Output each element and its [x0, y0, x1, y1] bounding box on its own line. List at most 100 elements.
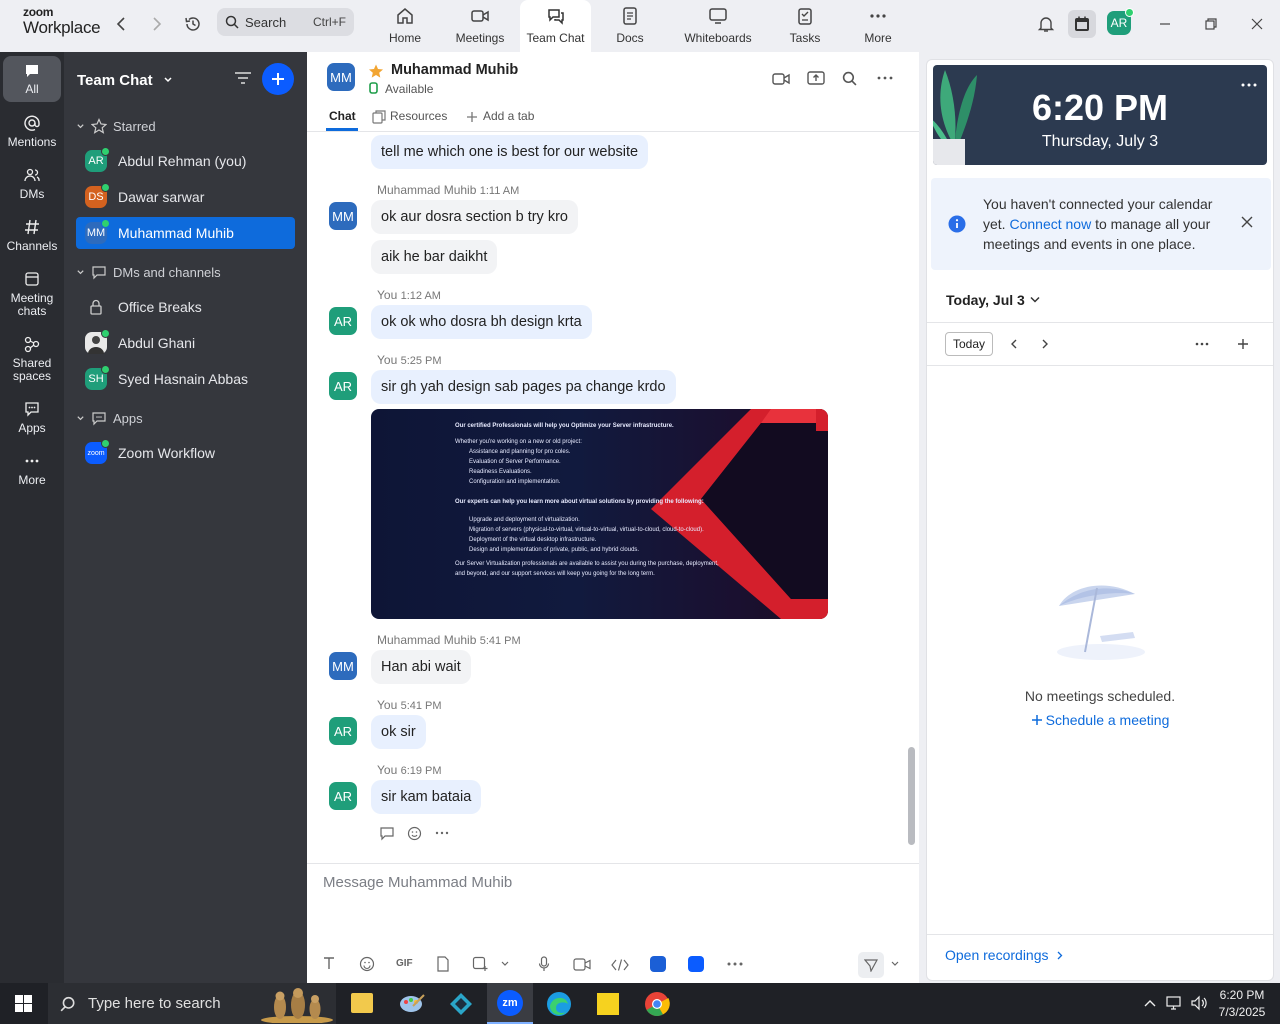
rail-all[interactable]: All: [3, 56, 61, 102]
plus-icon[interactable]: [1237, 338, 1249, 350]
contact-row[interactable]: SH Syed Hasnain Abbas: [76, 363, 295, 395]
message-bubble[interactable]: ok ok who dosra bh design krta: [371, 305, 592, 339]
filter-button[interactable]: [234, 70, 252, 86]
tab-more[interactable]: More: [855, 0, 901, 52]
sender-avatar[interactable]: AR: [329, 782, 357, 810]
connect-now-link[interactable]: Connect now: [1009, 216, 1091, 232]
gif-button[interactable]: GIF: [396, 958, 413, 969]
chevron-right-icon[interactable]: [1042, 339, 1049, 349]
message-bubble[interactable]: sir gh yah design sab pages pa change kr…: [371, 370, 676, 404]
message-more-icon[interactable]: [435, 828, 449, 838]
chat-tab-chat[interactable]: Chat: [329, 109, 356, 123]
sender-avatar[interactable]: AR: [329, 372, 357, 400]
chrome-browser-icon[interactable]: [644, 991, 670, 1017]
share-screen-button[interactable]: [807, 70, 825, 86]
today-button[interactable]: Today: [945, 332, 993, 356]
tab-docs[interactable]: Docs: [605, 0, 655, 52]
zoom-app-icon[interactable]: [688, 956, 704, 972]
message-bubble[interactable]: tell me which one is best for our websit…: [371, 135, 649, 169]
start-button[interactable]: [15, 995, 32, 1012]
contact-row[interactable]: AR Abdul Rehman (you): [76, 145, 295, 177]
image-attachment[interactable]: Our certified Professionals will help yo…: [371, 409, 828, 619]
tab-meetings[interactable]: Meetings: [450, 0, 510, 52]
chat-more-button[interactable]: [877, 71, 893, 85]
contact-row-selected[interactable]: MM Muhammad Muhib: [76, 217, 295, 249]
message-bubble[interactable]: ok sir: [371, 715, 426, 749]
back-button[interactable]: [111, 14, 131, 34]
volume-icon[interactable]: [1190, 995, 1208, 1011]
chevron-down-icon[interactable]: [501, 961, 509, 967]
star-filled-icon[interactable]: [368, 63, 384, 79]
rail-mentions[interactable]: Mentions: [3, 114, 61, 149]
rail-more[interactable]: More: [3, 452, 61, 487]
minimize-button[interactable]: [1151, 10, 1179, 38]
microphone-icon[interactable]: [538, 956, 550, 972]
history-button[interactable]: [183, 14, 203, 34]
forward-button[interactable]: [147, 14, 167, 34]
message-bubble[interactable]: Han abi wait: [371, 650, 471, 684]
tab-whiteboards[interactable]: Whiteboards: [678, 0, 758, 52]
chat-tab-add[interactable]: Add a tab: [483, 109, 534, 123]
emoji-icon[interactable]: [359, 956, 375, 972]
message-bubble[interactable]: ok aur dosra section b try kro: [371, 200, 578, 234]
rail-meeting-chats[interactable]: Meeting chats: [3, 270, 61, 318]
calendar-more-icon[interactable]: [1195, 342, 1209, 346]
dms-section[interactable]: DMs and channels: [76, 264, 221, 280]
sidebar-title[interactable]: Team Chat: [77, 72, 173, 89]
composer-placeholder[interactable]: Message Muhammad Muhib: [323, 874, 512, 891]
contact-row[interactable]: Abdul Ghani: [76, 327, 295, 359]
sender-avatar[interactable]: MM: [329, 202, 357, 230]
close-icon[interactable]: [1241, 216, 1253, 228]
chat-search-button[interactable]: [842, 71, 857, 86]
edge-browser-icon[interactable]: [546, 991, 572, 1017]
rail-dms[interactable]: DMs: [3, 166, 61, 201]
contact-header-avatar[interactable]: MM: [327, 63, 355, 91]
app-shortcut-icon[interactable]: [650, 956, 666, 972]
tab-home[interactable]: Home: [380, 0, 430, 52]
user-avatar[interactable]: AR: [1107, 8, 1134, 35]
message-composer[interactable]: Message Muhammad Muhib GIF: [307, 863, 919, 983]
schedule-meeting-link[interactable]: Schedule a meeting: [927, 712, 1273, 728]
chevron-left-icon[interactable]: [1010, 339, 1017, 349]
taskbar-search[interactable]: Type here to search: [48, 983, 336, 1024]
zoom-taskbar-button[interactable]: zm: [487, 983, 533, 1024]
emoji-reaction-icon[interactable]: [407, 825, 423, 841]
close-button[interactable]: [1243, 10, 1271, 38]
text-format-icon[interactable]: [322, 956, 336, 970]
rail-channels[interactable]: Channels: [3, 218, 61, 253]
rail-apps[interactable]: Apps: [3, 400, 61, 435]
tab-tasks[interactable]: Tasks: [780, 0, 830, 52]
network-icon[interactable]: [1166, 995, 1184, 1011]
reply-thread-icon[interactable]: [379, 825, 395, 841]
tab-team-chat[interactable]: Team Chat: [520, 0, 591, 52]
starred-section[interactable]: Starred: [76, 118, 156, 134]
apps-section[interactable]: Apps: [76, 410, 143, 426]
clock-more-icon[interactable]: [1241, 83, 1257, 87]
send-button[interactable]: [858, 952, 884, 978]
message-bubble[interactable]: aik he bar daikht: [371, 240, 498, 274]
app-row[interactable]: zoom Zoom Workflow: [76, 437, 295, 469]
new-chat-button[interactable]: [262, 63, 294, 95]
chevron-up-icon[interactable]: [1144, 999, 1156, 1007]
code-snippet-icon[interactable]: [611, 959, 629, 971]
video-call-button[interactable]: [772, 72, 790, 86]
message-bubble[interactable]: sir kam bataia: [371, 780, 482, 814]
sender-avatar[interactable]: AR: [329, 307, 357, 335]
notifications-button[interactable]: [1032, 10, 1060, 38]
composer-more-icon[interactable]: [727, 962, 743, 966]
channel-row[interactable]: Office Breaks: [76, 291, 295, 323]
chat-scrollbar[interactable]: [908, 747, 915, 845]
contact-header-name[interactable]: Muhammad Muhib: [391, 62, 518, 78]
rail-shared-spaces[interactable]: Shared spaces: [3, 335, 61, 383]
maximize-button[interactable]: [1197, 10, 1225, 38]
taskbar-clock[interactable]: 6:20 PM 7/3/2025: [1212, 987, 1272, 1021]
sender-avatar[interactable]: AR: [329, 717, 357, 745]
screenshot-icon[interactable]: [472, 956, 488, 972]
video-message-icon[interactable]: [573, 958, 591, 971]
send-options-chevron-icon[interactable]: [891, 961, 899, 967]
file-explorer-icon[interactable]: [351, 993, 373, 1013]
day-selector[interactable]: Today, Jul 3: [946, 292, 1040, 308]
sticky-notes-icon[interactable]: [597, 993, 619, 1015]
vscode-like-app-icon[interactable]: [449, 992, 473, 1016]
search-box[interactable]: Search Ctrl+F: [217, 8, 354, 36]
